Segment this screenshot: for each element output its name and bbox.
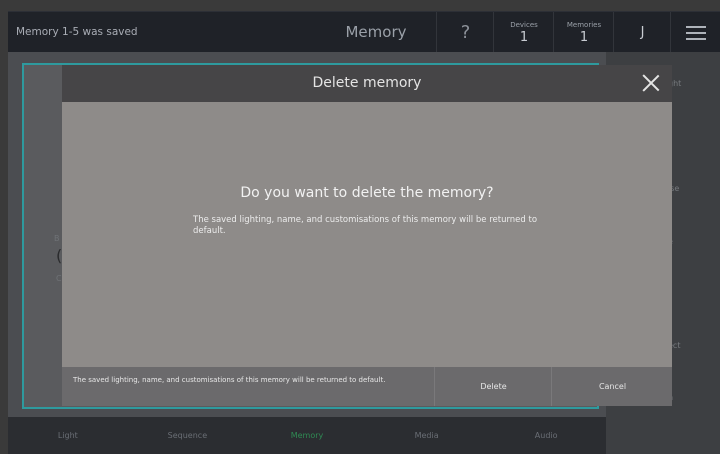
user-initial: J — [640, 25, 645, 40]
status-message: Memory 1-5 was saved — [16, 26, 138, 38]
hamburger-icon — [686, 25, 706, 40]
tab-media[interactable]: Media — [367, 417, 487, 454]
close-icon[interactable] — [642, 74, 660, 92]
dialog-header: Delete memory — [62, 65, 672, 102]
page-title: Memory — [345, 23, 407, 41]
footer-description: The saved lighting, name, and customisat… — [73, 376, 386, 384]
delete-memory-dialog: Delete memory Do you want to delete the … — [62, 65, 672, 406]
background-fragment: B — [54, 234, 60, 243]
devices-count: 1 — [519, 30, 529, 45]
delete-button[interactable]: Delete — [434, 367, 552, 406]
devices-counter[interactable]: Devices 1 — [493, 12, 554, 53]
dialog-question: Do you want to delete the memory? — [240, 185, 494, 201]
tab-memory[interactable]: Memory — [247, 417, 367, 454]
bottom-nav: Light Sequence Memory Media Audio — [8, 417, 606, 454]
tab-light[interactable]: Light — [8, 417, 128, 454]
dialog-description: The saved lighting, name, and customisat… — [193, 215, 538, 236]
tab-audio[interactable]: Audio — [486, 417, 606, 454]
dialog-footer: The saved lighting, name, and customisat… — [62, 367, 672, 406]
background-fragment: C — [56, 274, 62, 283]
cancel-button[interactable]: Cancel — [551, 367, 673, 406]
memories-count: 1 — [579, 30, 589, 45]
help-icon: ? — [460, 22, 471, 43]
user-button[interactable]: J — [613, 12, 671, 53]
help-button[interactable]: ? — [436, 12, 494, 53]
menu-button[interactable] — [670, 12, 720, 53]
memories-label: Memories — [566, 21, 602, 29]
tab-sequence[interactable]: Sequence — [128, 417, 248, 454]
top-bar: Memory 1-5 was saved Memory ? Devices 1 … — [8, 11, 720, 53]
dialog-title: Delete memory — [312, 75, 422, 91]
memories-counter[interactable]: Memories 1 — [553, 12, 614, 53]
devices-label: Devices — [510, 21, 538, 29]
